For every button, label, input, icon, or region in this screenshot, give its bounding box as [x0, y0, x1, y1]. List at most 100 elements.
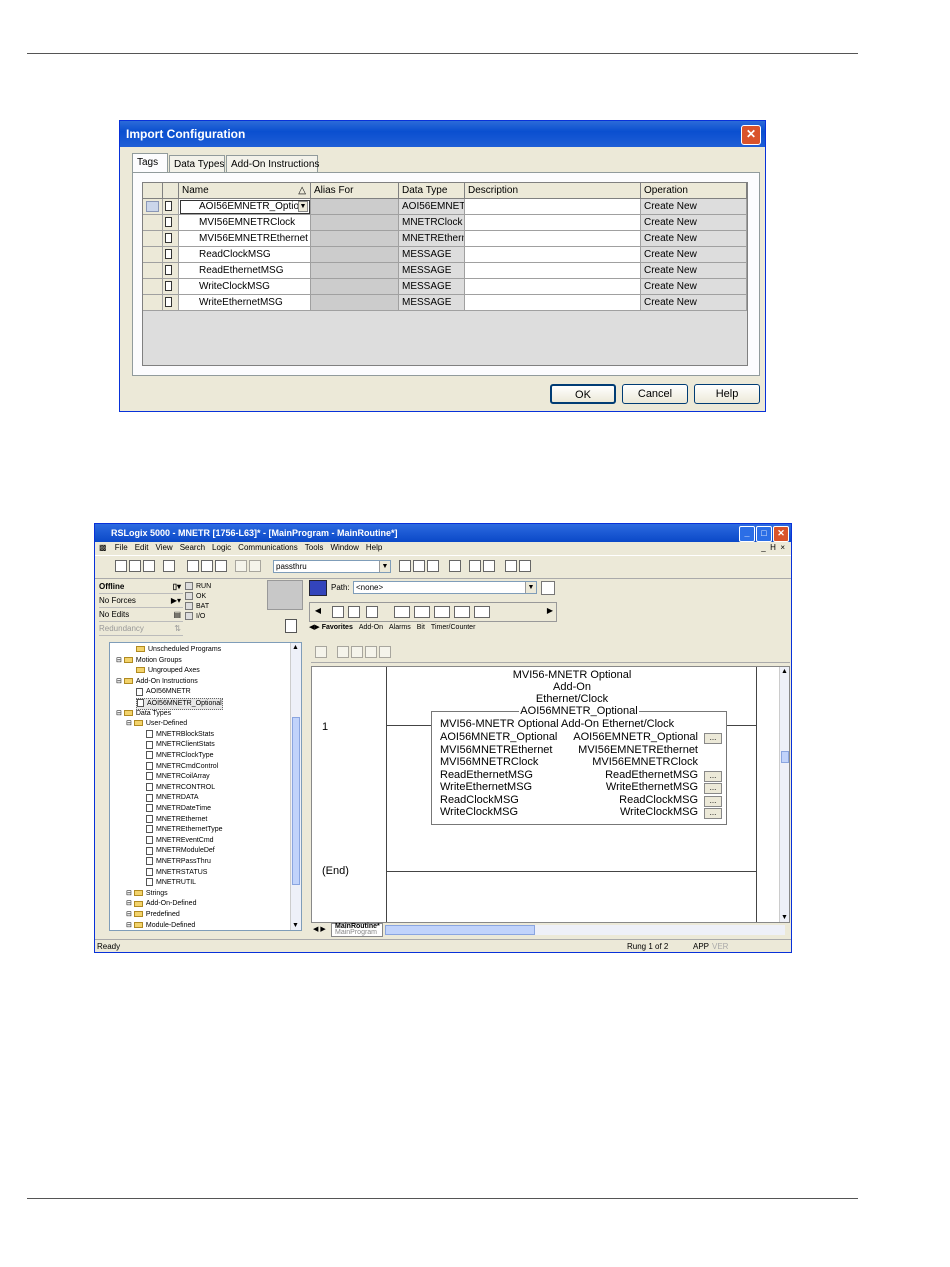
header-data-type[interactable]: Data Type [399, 183, 465, 199]
controller-button[interactable] [285, 619, 297, 633]
tree-item[interactable]: MNETREthernetType [146, 825, 223, 835]
cell-name[interactable]: WriteEthernetMSG [179, 295, 311, 311]
scroll-down-icon[interactable]: ▼ [781, 914, 788, 921]
horizontal-scrollbar[interactable] [385, 925, 785, 935]
ladder-tool-icon[interactable] [337, 646, 349, 658]
path-browse-icon[interactable] [541, 581, 555, 595]
cell-description[interactable] [465, 215, 641, 231]
cell-alias[interactable] [311, 215, 399, 231]
paste-icon[interactable] [215, 560, 227, 572]
cell-alias[interactable] [311, 295, 399, 311]
tree-item[interactable]: ⊟ Motion Groups [116, 656, 182, 666]
menu-communications[interactable]: Communications [238, 543, 298, 552]
menu-help[interactable]: Help [366, 543, 382, 552]
copy-icon[interactable] [201, 560, 213, 572]
cell-alias[interactable] [311, 199, 399, 215]
table-row[interactable]: ReadEthernetMSG MESSAGE Create New [143, 263, 747, 279]
cell-operation[interactable]: Create New [641, 215, 747, 231]
offline-status[interactable]: Offline ▯▾ [99, 580, 183, 594]
tree-item[interactable]: AOI56MNETR [136, 687, 191, 697]
tree-item[interactable]: Ungrouped Axes [136, 666, 200, 676]
expand-icon[interactable]: ⊟ [116, 710, 122, 717]
expand-icon[interactable]: ⊟ [126, 720, 132, 727]
row-selector[interactable] [143, 295, 163, 311]
verify-icon[interactable] [399, 560, 411, 572]
table-row[interactable]: WriteEthernetMSG MESSAGE Create New [143, 295, 747, 311]
ote-icon[interactable] [434, 606, 450, 618]
network-icon[interactable] [309, 580, 327, 596]
cell-description[interactable] [465, 199, 641, 215]
header-name[interactable]: Name △ [179, 183, 311, 199]
forces-status[interactable]: No Forces ▶▾ [99, 594, 183, 608]
cell-name[interactable]: WriteClockMSG [179, 279, 311, 295]
param-browse-button[interactable]: ... [704, 770, 722, 782]
scroll-up-icon[interactable]: ▲ [781, 668, 788, 675]
cell-operation[interactable]: Create New [641, 279, 747, 295]
tab-add-on[interactable]: Add-On [359, 624, 383, 631]
tree-item[interactable]: ⊟ Strings [126, 889, 168, 899]
menu-tools[interactable]: Tools [305, 543, 324, 552]
tree-item[interactable]: MNETRDateTime [146, 804, 211, 814]
cell-alias[interactable] [311, 263, 399, 279]
cell-name[interactable]: ReadClockMSG [179, 247, 311, 263]
tab-add-on-instructions[interactable]: Add-On Instructions [226, 155, 319, 172]
row-selector[interactable] [143, 215, 163, 231]
otu-icon[interactable] [474, 606, 490, 618]
scroll-up-icon[interactable]: ▲ [292, 644, 299, 651]
print-icon[interactable] [163, 560, 175, 572]
table-row[interactable]: WriteClockMSG MESSAGE Create New [143, 279, 747, 295]
cell-alias[interactable] [311, 231, 399, 247]
otl-icon[interactable] [454, 606, 470, 618]
path-combo[interactable]: <none> ▼ [353, 581, 537, 594]
tab-data-types[interactable]: Data Types [169, 155, 225, 172]
cell-description[interactable] [465, 247, 641, 263]
tree-item[interactable]: MNETREventCmd [146, 835, 214, 846]
find-icon[interactable] [427, 560, 439, 572]
expand-icon[interactable]: ⊟ [126, 911, 132, 918]
menu-window[interactable]: Window [330, 543, 358, 552]
open-icon[interactable] [129, 560, 141, 572]
tree-item[interactable]: MNETRModuleDef [146, 846, 215, 856]
cell-operation[interactable]: Create New [641, 247, 747, 263]
tree-item[interactable]: MNETREthernet [146, 814, 207, 825]
tab-nav-icon[interactable]: ◀ ▶ [313, 925, 326, 933]
ladder-tool-icon[interactable] [365, 646, 377, 658]
tree-item[interactable]: MNETRUTIL [146, 878, 196, 888]
expand-icon[interactable]: ⊟ [126, 890, 132, 897]
cell-name[interactable]: MVI56EMNETRClock [179, 215, 311, 231]
tree-item[interactable]: MNETRClientStats [146, 740, 215, 750]
cell-name[interactable]: ReadEthernetMSG [179, 263, 311, 279]
tree-item[interactable]: MNETRClockType [146, 751, 214, 761]
table-row[interactable]: AOI56EMNETR_Optio▼ AOI56EMNETR Create New [143, 199, 747, 215]
tab-favorites[interactable]: Favorites [322, 624, 353, 631]
tree-item[interactable]: MNETRDATA [146, 793, 199, 803]
param-browse-button[interactable]: ... [704, 733, 722, 744]
cell-operation[interactable]: Create New [641, 295, 747, 311]
tree-item[interactable]: MNETRSTATUS [146, 867, 207, 878]
expand-icon[interactable]: ⊟ [126, 922, 132, 929]
cell-operation[interactable]: Create New [641, 199, 747, 215]
properties-icon[interactable] [469, 560, 481, 572]
cell-description[interactable] [465, 279, 641, 295]
branch-level-icon[interactable] [366, 606, 378, 618]
ladder-tool-icon[interactable] [379, 646, 391, 658]
header-operation[interactable]: Operation [641, 183, 747, 199]
save-icon[interactable] [143, 560, 155, 572]
cursor-icon[interactable] [449, 560, 461, 572]
cell-alias[interactable] [311, 279, 399, 295]
tree-item[interactable]: ⊟ Data Types [116, 709, 171, 719]
edits-status[interactable]: No Edits ▤ [99, 608, 183, 622]
tree-scroll-thumb[interactable] [292, 717, 300, 885]
menu-edit[interactable]: Edit [135, 543, 149, 552]
scroll-down-icon[interactable]: ▼ [292, 922, 299, 929]
tree-item[interactable]: MNETRPassThru [146, 857, 211, 867]
cut-icon[interactable] [187, 560, 199, 572]
cell-description[interactable] [465, 295, 641, 311]
row-selector[interactable] [143, 199, 163, 215]
expand-icon[interactable]: ⊟ [116, 678, 122, 685]
close-icon[interactable]: ✕ [741, 125, 761, 145]
ladder-scroll-thumb[interactable] [781, 751, 789, 763]
tree-item[interactable]: ⊟ User-Defined [126, 719, 187, 729]
zoom-out-icon[interactable] [519, 560, 531, 572]
palette-right-icon[interactable]: ▶ [544, 606, 556, 618]
